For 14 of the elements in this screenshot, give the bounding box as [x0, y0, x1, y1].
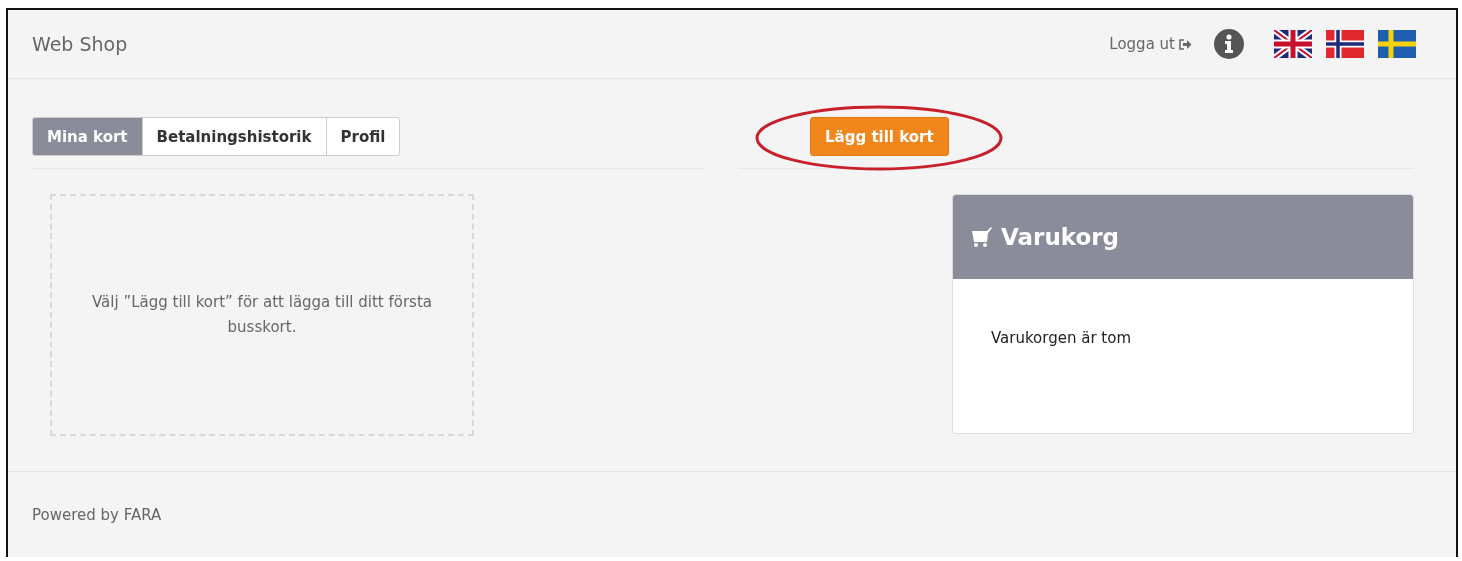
- info-icon[interactable]: [1214, 29, 1244, 59]
- logout-icon: [1179, 38, 1192, 50]
- tab[interactable]: Betalningshistorik: [141, 117, 327, 156]
- site-title: Web Shop: [32, 33, 129, 55]
- language-flag-icon[interactable]: [1274, 30, 1312, 58]
- tab[interactable]: Profil: [325, 117, 401, 156]
- cart-icon: [971, 226, 993, 248]
- cart-empty-message: Varukorgen är tom: [990, 328, 1133, 347]
- tab[interactable]: Mina kort: [32, 117, 143, 156]
- footer-text: Powered by FARA: [32, 505, 162, 524]
- language-flag-icon[interactable]: [1326, 30, 1364, 58]
- cart-title: Varukorg: [1001, 224, 1120, 250]
- logout-link[interactable]: Logga ut: [1109, 35, 1192, 53]
- empty-cards-message: Välj ”Lägg till kort” för att lägga till ditt första busskort.: [91, 292, 433, 338]
